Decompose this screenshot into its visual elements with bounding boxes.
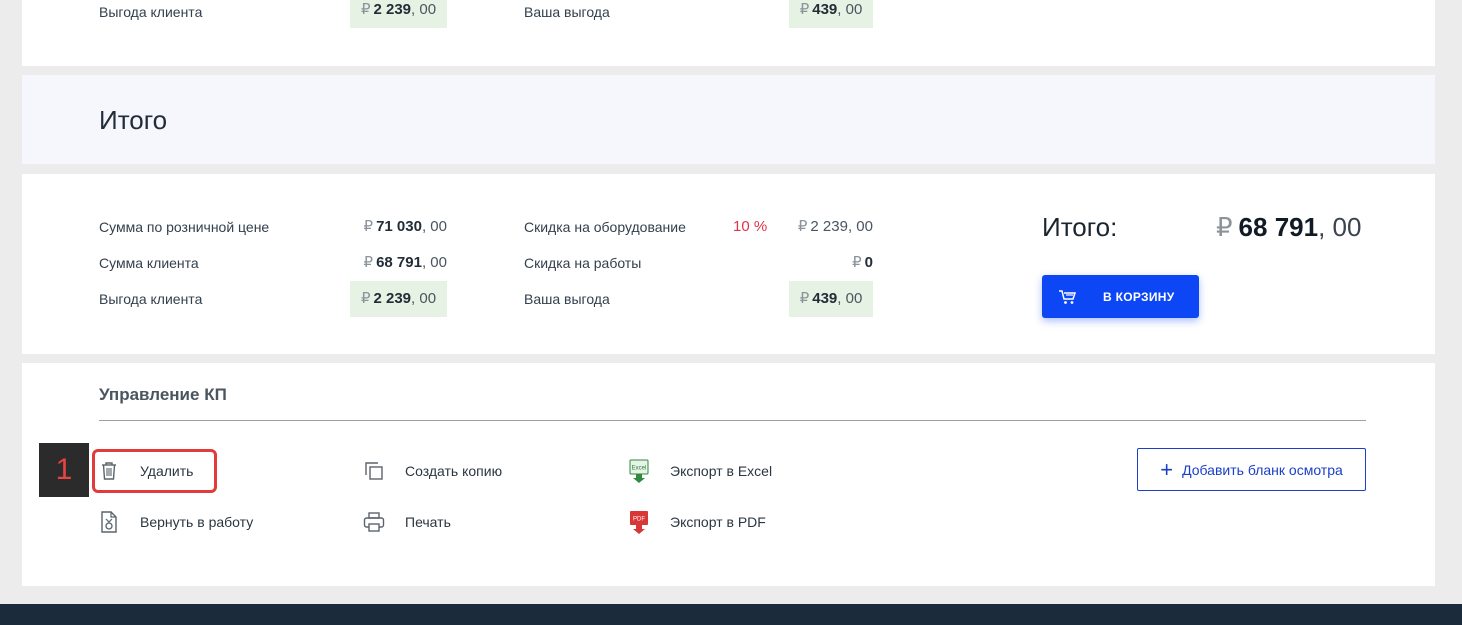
restore-document-icon	[98, 510, 120, 534]
restore-action[interactable]: Вернуть в работу	[98, 507, 253, 537]
client-benefit-value: ₽2 239, 00	[350, 281, 447, 317]
work-discount-label: Скидка на работы	[524, 255, 642, 271]
equipment-discount-value: ₽2 239, 00	[797, 218, 873, 235]
your-benefit-label: Ваша выгода	[524, 4, 610, 20]
your-benefit-value: ₽439, 00	[789, 0, 873, 28]
delete-label: Удалить	[140, 463, 194, 479]
retail-sum-value: ₽71 030, 00	[363, 218, 447, 235]
client-benefit-label: Выгода клиента	[99, 291, 203, 307]
manage-title: Управление КП	[99, 385, 227, 404]
divider	[99, 420, 1366, 421]
print-label: Печать	[405, 514, 451, 530]
client-sum-label: Сумма клиента	[99, 255, 199, 271]
section-title: Итого	[99, 105, 168, 135]
restore-label: Вернуть в работу	[140, 514, 254, 530]
copy-icon	[363, 459, 385, 483]
trash-icon	[98, 459, 120, 483]
equipment-discount-label: Скидка на оборудование	[524, 219, 686, 235]
add-to-cart-button[interactable]: В КОРЗИНУ	[1042, 275, 1199, 318]
client-sum-value: ₽68 791, 00	[363, 254, 447, 271]
step-badge: 1	[39, 443, 89, 497]
copy-label: Создать копию	[405, 463, 503, 479]
top-summary-card: Выгода клиента ₽2 239, 00 Ваша выгода ₽4…	[22, 0, 1435, 66]
export-pdf-label: Экспорт в PDF	[670, 514, 766, 530]
add-inspection-form-label: Добавить бланк осмотра	[1182, 461, 1343, 478]
grand-total-value: ₽68 791, 00	[1216, 212, 1362, 242]
add-to-cart-label: В КОРЗИНУ	[1103, 289, 1175, 304]
export-excel-action[interactable]: Excel Экспорт в Excel	[628, 456, 772, 486]
client-benefit-label: Выгода клиента	[99, 4, 203, 20]
print-action[interactable]: Печать	[363, 507, 451, 537]
grand-total-label: Итого:	[1042, 212, 1118, 242]
work-discount-value: ₽0	[852, 254, 873, 271]
manage-card: Управление КП 1 Удалить Вернуть в работу	[22, 363, 1435, 586]
total-section-header: Итого	[22, 75, 1435, 164]
your-benefit-value: ₽439, 00	[789, 281, 873, 317]
plus-icon: +	[1160, 456, 1174, 482]
copy-action[interactable]: Создать копию	[363, 456, 502, 486]
retail-sum-label: Сумма по розничной цене	[99, 219, 270, 235]
client-benefit-value: ₽2 239, 00	[350, 0, 447, 28]
pdf-file-icon: PDF	[628, 510, 650, 534]
svg-text:PDF: PDF	[633, 517, 645, 523]
delete-action[interactable]: Удалить	[98, 456, 193, 486]
printer-icon	[363, 510, 385, 534]
export-excel-label: Экспорт в Excel	[670, 463, 773, 479]
svg-text:Excel: Excel	[632, 466, 647, 472]
page-footer	[0, 604, 1462, 625]
cart-icon	[1059, 289, 1076, 304]
summary-card: Сумма по розничной цене ₽71 030, 00 Сумм…	[22, 174, 1435, 354]
add-inspection-form-button[interactable]: + Добавить бланк осмотра	[1137, 448, 1366, 491]
export-pdf-action[interactable]: PDF Экспорт в PDF	[628, 507, 766, 537]
excel-file-icon: Excel	[628, 459, 650, 483]
your-benefit-label: Ваша выгода	[524, 291, 610, 307]
